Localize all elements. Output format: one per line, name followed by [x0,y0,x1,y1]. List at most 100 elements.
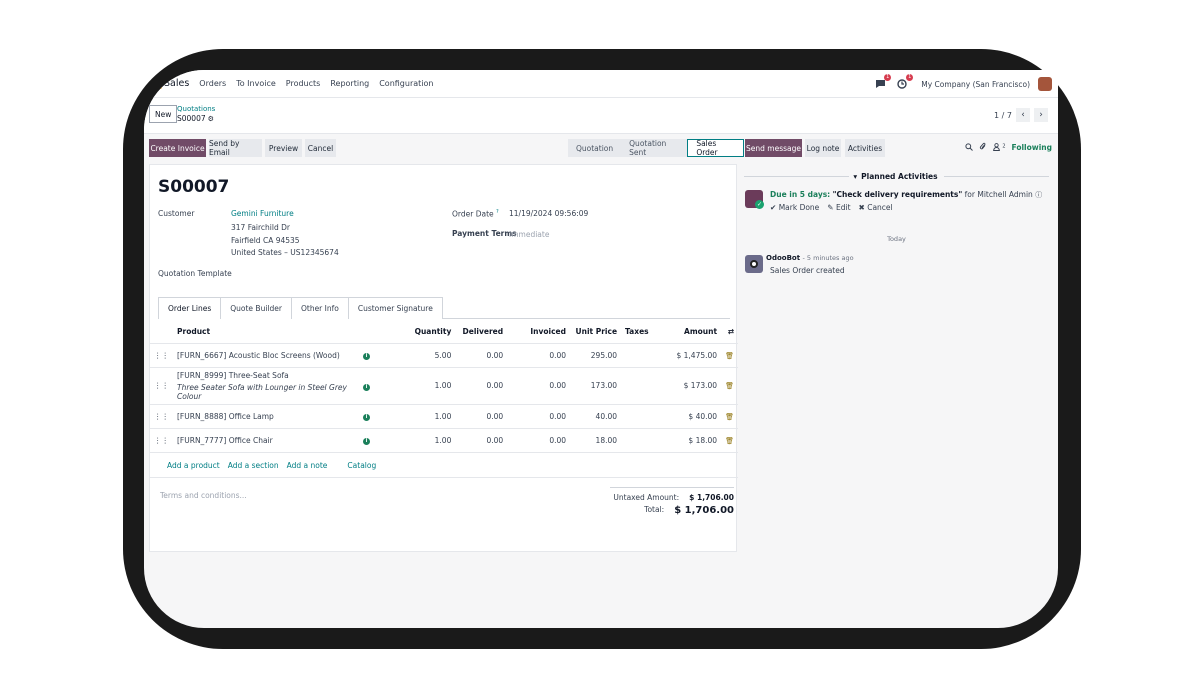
menu-reporting[interactable]: Reporting [330,79,369,88]
activities-button[interactable]: Activities [845,139,885,157]
line-unit-price[interactable]: 18.00 [570,428,622,453]
table-row[interactable]: ⋮⋮ [FURN_8888] Office Lamp i 1.00 0.00 0… [150,404,738,429]
add-product-link[interactable]: Add a product [167,461,220,470]
cancel-activity-button[interactable]: ✖ Cancel [859,203,893,212]
pager-next-button[interactable]: › [1034,108,1048,122]
pager-value[interactable]: 1 / 7 [994,111,1012,120]
new-button[interactable]: New [149,105,178,123]
trash-icon[interactable]: 🗑 [725,437,734,445]
message-author-name[interactable]: OdooBot [766,254,800,262]
info-circle-icon[interactable]: ⓘ [1035,191,1042,199]
line-quantity[interactable]: 1.00 [377,428,456,453]
line-product[interactable]: [FURN_6667] Acoustic Bloc Screens (Wood) [173,343,356,368]
line-delivered[interactable]: 0.00 [455,367,508,405]
add-section-link[interactable]: Add a section [228,461,279,470]
trash-icon[interactable]: 🗑 [725,413,734,421]
column-invoiced[interactable]: Invoiced [507,321,571,344]
line-quantity[interactable]: 1.00 [377,367,456,405]
line-delivered[interactable]: 0.00 [455,343,508,368]
create-invoice-button[interactable]: Create Invoice [149,139,206,157]
log-note-button[interactable]: Log note [805,139,841,157]
column-unit-price[interactable]: Unit Price [570,321,622,344]
drag-handle-icon[interactable]: ⋮⋮ [150,428,173,453]
drag-handle-icon[interactable]: ⋮⋮ [150,343,173,368]
status-sales-order[interactable]: Sales Order [687,139,744,157]
cancel-order-button[interactable]: Cancel [305,139,336,157]
info-icon[interactable]: i [362,383,370,391]
payment-terms-input[interactable]: Immediate [509,230,549,239]
line-unit-price[interactable]: 295.00 [570,343,622,368]
column-amount[interactable]: Amount [652,321,722,344]
line-product[interactable]: [FURN_8888] Office Lamp [173,404,356,429]
following-button[interactable]: Following [1012,143,1052,152]
line-quantity[interactable]: 5.00 [377,343,456,368]
edit-activity-button[interactable]: ✎ Edit [827,203,850,212]
company-switcher[interactable]: My Company (San Francisco) [921,80,1030,89]
preview-button[interactable]: Preview [265,139,302,157]
line-delivered[interactable]: 0.00 [455,404,508,429]
form-action-bar: Create Invoice Send by Email Preview Can… [144,134,744,164]
line-description[interactable]: Three Seater Sofa with Lounger in Steel … [177,383,352,401]
search-icon[interactable] [965,142,973,153]
catalog-link[interactable]: Catalog [347,461,376,470]
tab-order-lines[interactable]: Order Lines [158,297,222,319]
customer-address-line1: 317 Fairchild Dr [231,223,290,232]
table-row[interactable]: ⋮⋮ [FURN_8999] Three-Seat Sofa Three Sea… [150,367,738,405]
edit-label: Edit [835,203,851,212]
breadcrumb-quotations[interactable]: Quotations [177,105,215,113]
column-taxes[interactable]: Taxes [621,321,653,344]
line-product[interactable]: [FURN_8999] Three-Seat Sofa [177,371,352,380]
trash-icon[interactable]: 🗑 [725,352,734,360]
info-icon[interactable]: i [362,438,370,445]
status-quotation-sent[interactable]: Quotation Sent [621,139,688,157]
trash-icon[interactable]: 🗑 [725,382,734,390]
tab-other-info[interactable]: Other Info [290,297,349,319]
column-quantity[interactable]: Quantity [377,321,456,344]
messages-icon[interactable]: 1 [873,74,892,91]
line-delivered[interactable]: 0.00 [455,428,508,453]
activities-clock-icon[interactable]: 1 [895,74,914,91]
line-unit-price[interactable]: 173.00 [570,367,622,405]
systray: 1 1 My Company (San Francisco) [873,70,1052,98]
mark-done-button[interactable]: ✔ Mark Done [770,203,819,212]
order-date-help-icon[interactable]: ? [496,209,499,215]
tab-quote-builder[interactable]: Quote Builder [220,297,292,319]
line-product-cell[interactable]: [FURN_8999] Three-Seat Sofa Three Seater… [173,367,356,405]
odoobot-avatar[interactable] [745,255,763,273]
followers-button[interactable]: 2 [992,142,1006,153]
column-delivered[interactable]: Delivered [455,321,508,344]
add-note-link[interactable]: Add a note [287,461,328,470]
drag-handle-icon[interactable]: ⋮⋮ [150,367,173,405]
tab-customer-signature[interactable]: Customer Signature [347,297,443,319]
order-date-label: Order Date ? [452,209,499,219]
table-row[interactable]: ⋮⋮ [FURN_7777] Office Chair i 1.00 0.00 … [150,428,738,453]
totals-divider [610,487,734,488]
pager-previous-button[interactable]: ‹ [1016,108,1030,122]
info-icon[interactable]: i [362,353,370,360]
status-quotation[interactable]: Quotation [568,139,622,157]
planned-activities-toggle[interactable]: ▾ Planned Activities [744,172,1049,181]
gear-icon[interactable]: ⚙ [208,115,214,123]
send-by-email-button[interactable]: Send by Email [209,139,262,157]
info-icon[interactable]: i [362,414,370,421]
user-avatar[interactable] [1038,77,1052,91]
customer-link[interactable]: Gemini Furniture [231,209,294,218]
line-quantity[interactable]: 1.00 [377,404,456,429]
menu-configuration[interactable]: Configuration [379,79,433,88]
optional-columns-toggle-icon[interactable]: ⇄ [721,321,738,344]
table-row[interactable]: ⋮⋮ [FURN_6667] Acoustic Bloc Screens (Wo… [150,343,738,368]
line-product[interactable]: [FURN_7777] Office Chair [173,428,356,453]
order-date-value[interactable]: 11/19/2024 09:56:09 [509,209,588,218]
terms-input[interactable]: Terms and conditions... [160,491,247,500]
line-unit-price[interactable]: 40.00 [570,404,622,429]
send-message-button[interactable]: Send message [745,139,802,157]
menu-orders[interactable]: Orders [199,79,226,88]
paperclip-icon[interactable] [979,142,987,153]
column-product[interactable]: Product [173,321,356,344]
app-name[interactable]: Sales [164,78,189,89]
menu-products[interactable]: Products [286,79,321,88]
sales-app-icon[interactable] [152,78,162,89]
drag-handle-icon[interactable]: ⋮⋮ [150,404,173,429]
menu-to-invoice[interactable]: To Invoice [236,79,276,88]
activity-actions: ✔ Mark Done ✎ Edit ✖ Cancel [770,203,893,212]
